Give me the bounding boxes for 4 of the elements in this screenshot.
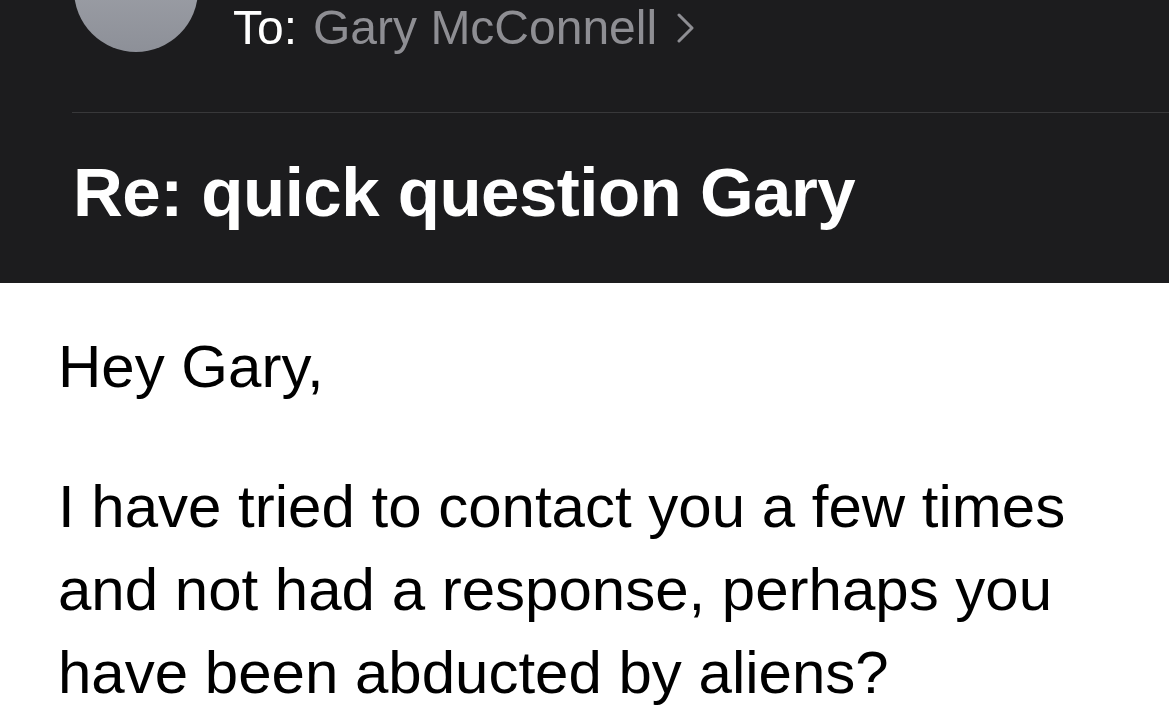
recipient-link[interactable]: Gary McConnell — [313, 4, 695, 52]
chevron-right-icon — [677, 13, 695, 43]
to-label: To: — [233, 4, 298, 52]
email-paragraph: Hey Gary, — [58, 332, 324, 402]
